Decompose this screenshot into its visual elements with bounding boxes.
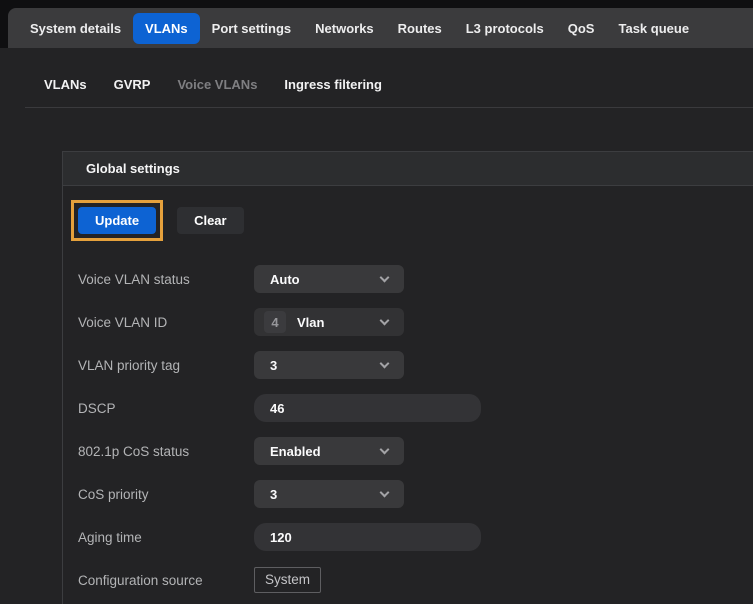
field-label: DSCP	[78, 401, 254, 416]
chevron-down-icon	[380, 488, 390, 498]
cos-status-select[interactable]: Enabled	[254, 437, 404, 465]
chevron-down-icon	[380, 273, 390, 283]
subnav-tab-gvrp[interactable]: GVRP	[114, 77, 151, 92]
nav-tab-networks[interactable]: Networks	[303, 13, 386, 44]
field-row-aging-time: Aging time	[63, 523, 753, 551]
top-header: System details VLANs Port settings Netwo…	[0, 0, 753, 48]
select-value: 3	[270, 487, 277, 502]
field-label: Aging time	[78, 530, 254, 545]
field-row-voice-vlan-id: Voice VLAN ID 4 Vlan	[63, 308, 753, 336]
nav-tab-task-queue[interactable]: Task queue	[606, 13, 701, 44]
panel-header: Global settings	[63, 152, 753, 186]
vlan-priority-tag-select[interactable]: 3	[254, 351, 404, 379]
main-nav: System details VLANs Port settings Netwo…	[8, 8, 753, 48]
nav-tab-l3-protocols[interactable]: L3 protocols	[454, 13, 556, 44]
panel-title: Global settings	[86, 161, 180, 176]
field-row-cos-status: 802.1p CoS status Enabled	[63, 437, 753, 465]
select-value: Enabled	[270, 444, 321, 459]
button-row: Update Clear	[71, 200, 753, 241]
field-row-configuration-source: Configuration source System	[63, 566, 753, 594]
select-value: 3	[270, 358, 277, 373]
clear-button[interactable]: Clear	[177, 207, 244, 234]
field-row-dscp: DSCP	[63, 394, 753, 422]
vlan-id-chip: 4	[264, 311, 286, 333]
sub-nav: VLANs GVRP Voice VLANs Ingress filtering	[25, 48, 753, 107]
field-row-vlan-priority-tag: VLAN priority tag 3	[63, 351, 753, 379]
nav-tab-port-settings[interactable]: Port settings	[200, 13, 303, 44]
nav-tab-routes[interactable]: Routes	[386, 13, 454, 44]
chevron-down-icon	[380, 445, 390, 455]
cos-priority-select[interactable]: 3	[254, 480, 404, 508]
sub-nav-divider: VLANs GVRP Voice VLANs Ingress filtering	[25, 48, 753, 108]
configuration-source-value: System	[254, 567, 321, 593]
chevron-down-icon	[380, 316, 390, 326]
field-label: Voice VLAN ID	[78, 315, 254, 330]
subnav-tab-vlans[interactable]: VLANs	[44, 77, 87, 92]
subnav-tab-voice-vlans[interactable]: Voice VLANs	[177, 77, 257, 92]
update-button[interactable]: Update	[78, 207, 156, 234]
field-label: Configuration source	[78, 573, 254, 588]
voice-vlan-status-select[interactable]: Auto	[254, 265, 404, 293]
subnav-tab-ingress-filtering[interactable]: Ingress filtering	[284, 77, 382, 92]
nav-tab-qos[interactable]: QoS	[556, 13, 607, 44]
select-value: Auto	[270, 272, 300, 287]
field-label: VLAN priority tag	[78, 358, 254, 373]
field-label: Voice VLAN status	[78, 272, 254, 287]
select-value: Vlan	[297, 315, 324, 330]
nav-tab-system-details[interactable]: System details	[18, 13, 133, 44]
aging-time-input[interactable]	[254, 523, 481, 551]
field-label: 802.1p CoS status	[78, 444, 254, 459]
field-row-cos-priority: CoS priority 3	[63, 480, 753, 508]
field-row-voice-vlan-status: Voice VLAN status Auto	[63, 265, 753, 293]
chevron-down-icon	[380, 359, 390, 369]
action-highlight: Update	[71, 200, 163, 241]
field-label: CoS priority	[78, 487, 254, 502]
voice-vlan-id-select[interactable]: 4 Vlan	[254, 308, 404, 336]
nav-tab-vlans[interactable]: VLANs	[133, 13, 200, 44]
global-settings-panel: Global settings Update Clear Voice VLAN …	[62, 151, 753, 604]
dscp-input[interactable]	[254, 394, 481, 422]
